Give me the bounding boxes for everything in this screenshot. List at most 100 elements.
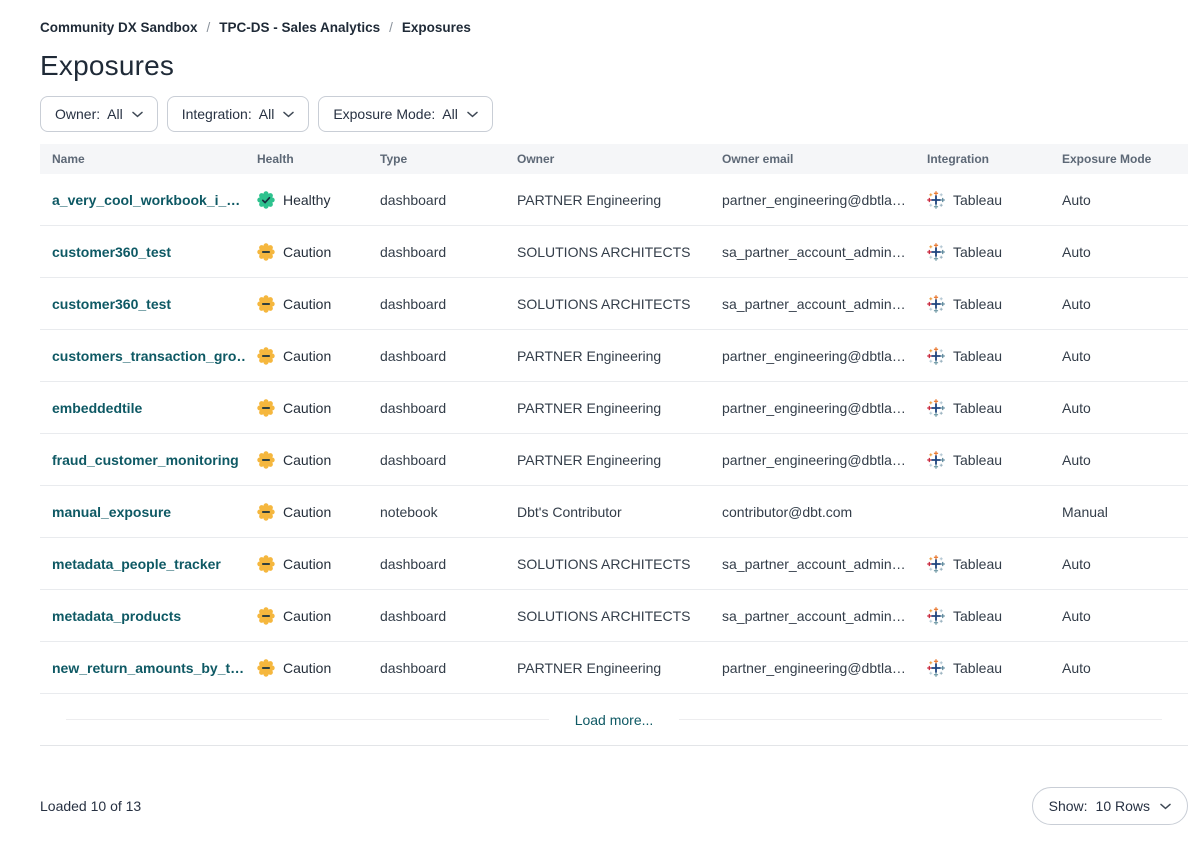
health-label: Caution: [283, 400, 331, 416]
exposure-name-link[interactable]: embeddedtile: [52, 400, 142, 416]
exposure-mode-cell: Auto: [1050, 400, 1188, 416]
integration-label: Tableau: [953, 296, 1002, 312]
health-badge: [257, 295, 275, 313]
exposure-name-link[interactable]: a_very_cool_workbook_i_…: [52, 192, 240, 208]
owner-filter-dropdown[interactable]: Owner: All: [40, 96, 158, 132]
health-cell: Caution: [245, 399, 368, 417]
health-badge: [257, 451, 275, 469]
exposure-mode-cell: Auto: [1050, 556, 1188, 572]
exposures-page: Community DX Sandbox / TPC-DS - Sales An…: [0, 0, 1198, 825]
exposure-name-link[interactable]: fraud_customer_monitoring: [52, 452, 239, 468]
column-header-name: Name: [40, 152, 245, 166]
type-cell: dashboard: [368, 608, 505, 624]
type-cell: dashboard: [368, 296, 505, 312]
table-row: new_return_amounts_by_t… Caution d: [40, 642, 1188, 694]
show-rows-dropdown[interactable]: Show: 10 Rows: [1032, 787, 1188, 825]
exposure-mode-filter-dropdown[interactable]: Exposure Mode: All: [318, 96, 493, 132]
health-label: Caution: [283, 244, 331, 260]
breadcrumb-environment[interactable]: TPC-DS - Sales Analytics: [219, 20, 380, 35]
health-label: Healthy: [283, 192, 330, 208]
health-badge: [257, 659, 275, 677]
integration-cell: Tableau: [915, 243, 1050, 261]
owner-email-cell: sa_partner_account_admin…: [710, 556, 915, 572]
table-row: a_very_cool_workbook_i_… Healthy d: [40, 174, 1188, 226]
integration-cell: Tableau: [915, 347, 1050, 365]
health-badge: [257, 399, 275, 417]
integration-cell: Tableau: [915, 555, 1050, 573]
show-value: 10 Rows: [1096, 798, 1150, 814]
health-badge: [257, 503, 275, 521]
exposure-name-link[interactable]: new_return_amounts_by_t…: [52, 660, 244, 676]
integration-label: Tableau: [953, 556, 1002, 572]
health-cell: Caution: [245, 555, 368, 573]
health-cell: Caution: [245, 607, 368, 625]
owner-email-cell: sa_partner_account_admin…: [710, 244, 915, 260]
exposure-mode-cell: Auto: [1050, 608, 1188, 624]
tableau-icon: [927, 191, 945, 209]
tableau-icon: [927, 295, 945, 313]
footer-bar: Loaded 10 of 13 Show: 10 Rows: [40, 787, 1188, 825]
type-cell: dashboard: [368, 348, 505, 364]
integration-label: Tableau: [953, 348, 1002, 364]
load-more-link[interactable]: Load more...: [575, 712, 654, 728]
type-cell: dashboard: [368, 244, 505, 260]
column-header-integration: Integration: [915, 152, 1050, 166]
exposure-mode-cell: Auto: [1050, 296, 1188, 312]
filters-bar: Owner: All Integration: All Exposure Mod…: [40, 96, 1188, 132]
integration-filter-dropdown[interactable]: Integration: All: [167, 96, 310, 132]
health-badge: [257, 191, 275, 209]
owner-cell: PARTNER Engineering: [505, 348, 710, 364]
owner-email-cell: sa_partner_account_admin…: [710, 608, 915, 624]
chevron-down-icon: [283, 111, 294, 118]
health-cell: Healthy: [245, 191, 368, 209]
chevron-down-icon: [467, 111, 478, 118]
table-row: customers_transaction_gro… Caution: [40, 330, 1188, 382]
owner-cell: SOLUTIONS ARCHITECTS: [505, 244, 710, 260]
owner-email-cell: partner_engineering@dbtla…: [710, 192, 915, 208]
exposure-name-link[interactable]: metadata_products: [52, 608, 181, 624]
exposure-name-link[interactable]: metadata_people_tracker: [52, 556, 221, 572]
column-header-owner-email: Owner email: [710, 152, 915, 166]
health-badge: [257, 347, 275, 365]
chevron-down-icon: [1160, 803, 1171, 810]
type-cell: dashboard: [368, 452, 505, 468]
exposure-mode-cell: Manual: [1050, 504, 1188, 520]
owner-cell: SOLUTIONS ARCHITECTS: [505, 608, 710, 624]
health-cell: Caution: [245, 243, 368, 261]
owner-email-cell: partner_engineering@dbtla…: [710, 348, 915, 364]
breadcrumb-project[interactable]: Community DX Sandbox: [40, 20, 198, 35]
integration-label: Tableau: [953, 244, 1002, 260]
table-body: a_very_cool_workbook_i_… Healthy d: [40, 174, 1188, 694]
health-label: Caution: [283, 504, 331, 520]
exposure-name-link[interactable]: customer360_test: [52, 296, 171, 312]
exposure-name-link[interactable]: customer360_test: [52, 244, 171, 260]
integration-cell: Tableau: [915, 399, 1050, 417]
owner-email-cell: contributor@dbt.com: [710, 504, 915, 520]
loaded-status: Loaded 10 of 13: [40, 798, 141, 814]
owner-cell: PARTNER Engineering: [505, 660, 710, 676]
exposure-name-link[interactable]: manual_exposure: [52, 504, 171, 520]
type-cell: dashboard: [368, 660, 505, 676]
health-label: Caution: [283, 608, 331, 624]
exposure-mode-cell: Auto: [1050, 452, 1188, 468]
type-cell: notebook: [368, 504, 505, 520]
column-header-exposure-mode: Exposure Mode: [1050, 152, 1188, 166]
health-label: Caution: [283, 452, 331, 468]
breadcrumb-separator: /: [389, 20, 393, 35]
health-label: Caution: [283, 556, 331, 572]
exposure-mode-cell: Auto: [1050, 348, 1188, 364]
tableau-icon: [927, 243, 945, 261]
exposure-name-link[interactable]: customers_transaction_gro…: [52, 348, 245, 364]
health-badge: [257, 555, 275, 573]
table-row: metadata_products Caution dashboar: [40, 590, 1188, 642]
table-row: embeddedtile Caution dashboard: [40, 382, 1188, 434]
exposure-mode-cell: Auto: [1050, 244, 1188, 260]
integration-label: Tableau: [953, 608, 1002, 624]
owner-cell: SOLUTIONS ARCHITECTS: [505, 556, 710, 572]
integration-cell: Tableau: [915, 607, 1050, 625]
health-cell: Caution: [245, 347, 368, 365]
tableau-icon: [927, 555, 945, 573]
breadcrumb: Community DX Sandbox / TPC-DS - Sales An…: [40, 20, 1188, 35]
integration-label: Tableau: [953, 400, 1002, 416]
type-cell: dashboard: [368, 556, 505, 572]
